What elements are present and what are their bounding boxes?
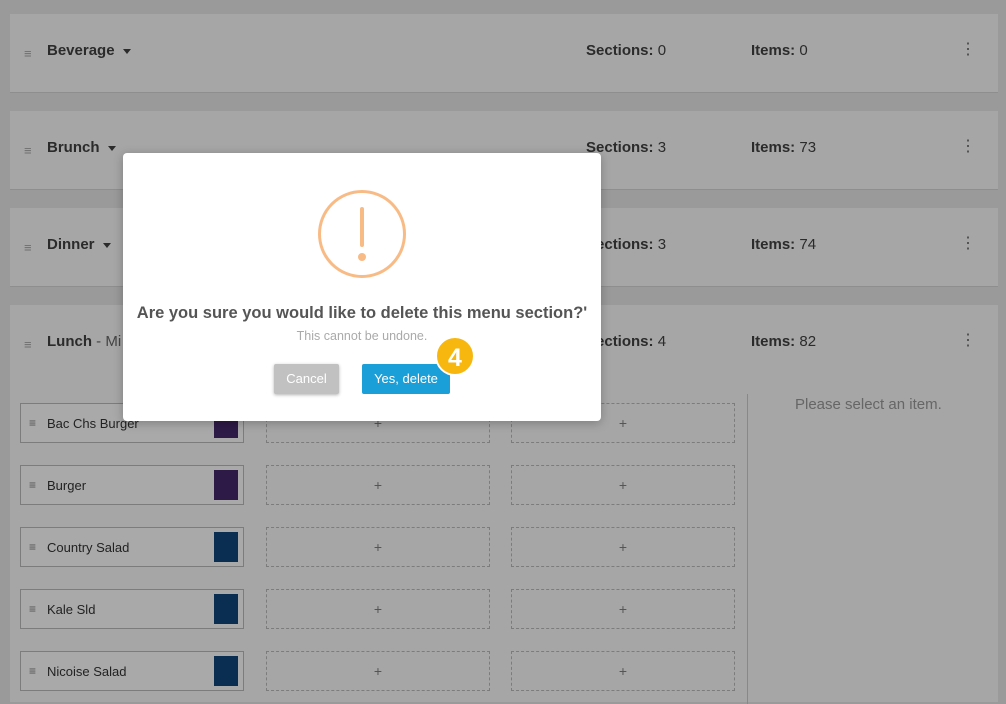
drag-handle-icon[interactable]: ≡ — [29, 478, 36, 492]
add-item-slot[interactable]: + — [266, 465, 490, 505]
section-panel: ≡ Bac Chs Burger + + ≡ Burger + + ≡ Coun… — [10, 382, 998, 704]
add-item-slot[interactable]: + — [511, 527, 735, 567]
items-count: Items: 74 — [751, 236, 817, 253]
menu-name[interactable]: Lunch - Mi — [47, 333, 121, 350]
dialog-title: Are you sure you would like to delete th… — [136, 304, 588, 322]
more-options-icon[interactable]: ⋮ — [960, 333, 976, 349]
item-color-swatch — [214, 470, 238, 500]
section-item[interactable]: ≡ Burger — [20, 465, 244, 505]
confirm-delete-button[interactable]: Yes, delete — [362, 364, 450, 394]
empty-selection-note: Please select an item. — [795, 396, 942, 413]
sections-count: Sections: 0 — [586, 42, 667, 59]
drag-handle-icon[interactable]: ≡ — [29, 540, 36, 554]
add-item-slot[interactable]: + — [511, 651, 735, 691]
add-item-slot[interactable]: + — [266, 527, 490, 567]
add-item-slot[interactable]: + — [266, 651, 490, 691]
column-divider — [747, 394, 748, 704]
drag-handle-icon[interactable]: ≡ — [24, 46, 32, 61]
add-item-slot[interactable]: + — [266, 589, 490, 629]
caret-down-icon — [122, 48, 131, 54]
menu-card-beverage[interactable]: ≡ Beverage Sections: 0 Items: 0 ⋮ — [10, 14, 998, 93]
item-label: Kale Sld — [47, 602, 96, 617]
more-options-icon[interactable]: ⋮ — [960, 42, 976, 58]
caret-down-icon — [102, 242, 111, 248]
cancel-button[interactable]: Cancel — [274, 364, 339, 394]
item-label: Nicoise Salad — [47, 664, 127, 679]
item-color-swatch — [214, 594, 238, 624]
menu-name[interactable]: Beverage — [47, 42, 131, 59]
section-item[interactable]: ≡ Country Salad — [20, 527, 244, 567]
step-badge: 4 — [435, 336, 475, 376]
item-color-swatch — [214, 532, 238, 562]
items-count: Items: 82 — [751, 333, 817, 350]
warning-icon — [318, 190, 406, 278]
add-item-slot[interactable]: + — [511, 465, 735, 505]
menu-name[interactable]: Dinner — [47, 236, 111, 253]
dialog-text: This cannot be undone. — [296, 329, 428, 343]
caret-down-icon — [107, 145, 116, 151]
item-color-swatch — [214, 656, 238, 686]
drag-handle-icon[interactable]: ≡ — [24, 240, 32, 255]
items-count: Items: 73 — [751, 139, 817, 156]
more-options-icon[interactable]: ⋮ — [960, 236, 976, 252]
more-options-icon[interactable]: ⋮ — [960, 139, 976, 155]
drag-handle-icon[interactable]: ≡ — [24, 143, 32, 158]
drag-handle-icon[interactable]: ≡ — [29, 664, 36, 678]
drag-handle-icon[interactable]: ≡ — [24, 337, 32, 352]
drag-handle-icon[interactable]: ≡ — [29, 416, 36, 430]
drag-handle-icon[interactable]: ≡ — [29, 602, 36, 616]
item-label: Burger — [47, 478, 87, 493]
items-count: Items: 0 — [751, 42, 808, 59]
item-label: Country Salad — [47, 540, 130, 555]
add-item-slot[interactable]: + — [511, 589, 735, 629]
section-item[interactable]: ≡ Kale Sld — [20, 589, 244, 629]
menu-name[interactable]: Brunch — [47, 139, 116, 156]
delete-confirm-dialog: Are you sure you would like to delete th… — [123, 153, 601, 421]
section-item[interactable]: ≡ Nicoise Salad — [20, 651, 244, 691]
menu-subtitle: - Mi — [92, 333, 122, 350]
